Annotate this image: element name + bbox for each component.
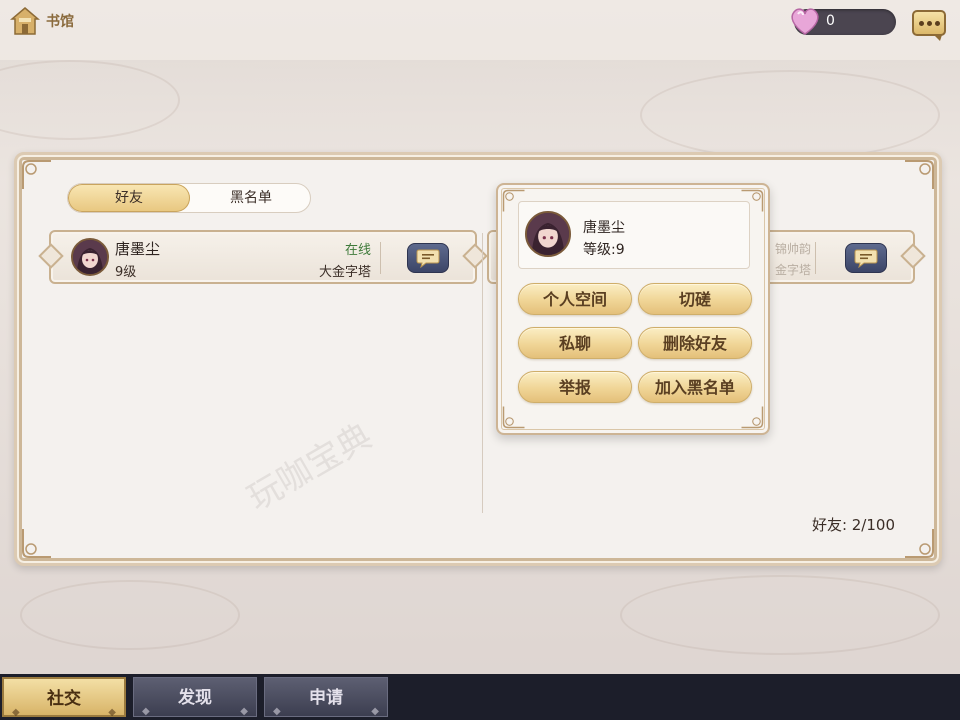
nav-tab-label: 发现 <box>178 688 212 708</box>
friend-list-item[interactable]: 唐墨尘 9级 在线 大金字塔 <box>49 230 477 284</box>
speech-bubble-icon <box>416 249 440 268</box>
corner-ornament <box>22 529 51 558</box>
background-ornament <box>20 580 240 650</box>
house-icon[interactable] <box>9 6 41 36</box>
bottom-nav: ◆ 社交 ◆ ◆ 发现 ◆ ◆ 申请 ◆ <box>0 674 960 720</box>
nav-tab-label: 社交 <box>47 689 81 709</box>
popup-friend-name: 唐墨尘 <box>583 220 625 236</box>
divider <box>380 242 381 274</box>
social-panel: 好友 黑名单 唐墨尘 9级 在线 大金字塔 锦帅韵 金字塔 好友: 2/100 <box>14 152 942 566</box>
avatar <box>71 238 109 276</box>
personal-space-button[interactable]: 个人空间 <box>518 283 632 315</box>
popup-friend-level: 等级:9 <box>583 242 625 258</box>
friend-level: 9级 <box>115 265 137 280</box>
top-bar: 书馆 0 <box>0 0 960 44</box>
corner-ornament <box>905 160 934 189</box>
home-label[interactable]: 书馆 <box>46 11 74 31</box>
nav-tab-label: 申请 <box>309 688 343 708</box>
speech-bubble-icon <box>854 249 878 268</box>
friend-name: 唐墨尘 <box>115 240 161 258</box>
friend-action-popup: 唐墨尘 等级:9 个人空间 切磋 私聊 删除好友 举报 加入黑名单 <box>496 183 770 435</box>
divider <box>815 242 816 274</box>
add-to-blacklist-button[interactable]: 加入黑名单 <box>638 371 752 403</box>
column-divider <box>482 233 483 513</box>
friend-location: 金字塔 <box>775 263 812 277</box>
ornament-icon: ◆ <box>240 706 248 717</box>
tab-friends[interactable]: 好友 <box>68 184 190 212</box>
currency-value: 0 <box>826 13 835 29</box>
online-status: 在线 <box>345 243 372 258</box>
corner-ornament <box>905 529 934 558</box>
ornament-icon: ◆ <box>273 706 281 717</box>
ornament-icon: ◆ <box>12 707 20 718</box>
delete-friend-button[interactable]: 删除好友 <box>638 327 752 359</box>
background-ornament <box>620 575 940 655</box>
ornament-icon: ◆ <box>142 706 150 717</box>
friend-tabs: 好友 黑名单 <box>67 183 311 213</box>
corner-ornament <box>741 406 764 429</box>
spar-button[interactable]: 切磋 <box>638 283 752 315</box>
friend-location: 大金字塔 <box>319 265 372 280</box>
nav-tab-social[interactable]: ◆ 社交 ◆ <box>2 677 126 718</box>
corner-ornament <box>22 160 51 189</box>
corner-ornament <box>502 406 525 429</box>
currency-counter: 0 <box>791 8 896 35</box>
heart-gem-icon <box>788 5 822 37</box>
message-button[interactable] <box>845 243 887 273</box>
report-button[interactable]: 举报 <box>518 371 632 403</box>
private-chat-button[interactable]: 私聊 <box>518 327 632 359</box>
nav-tab-discover[interactable]: ◆ 发现 ◆ <box>133 677 257 717</box>
nav-tab-apply[interactable]: ◆ 申请 ◆ <box>264 677 388 717</box>
friend-count: 好友: 2/100 <box>811 516 895 534</box>
ornament-icon: ◆ <box>108 707 116 718</box>
avatar <box>525 211 571 257</box>
message-button[interactable] <box>407 243 449 273</box>
background-ornament <box>640 70 940 160</box>
friend-name: 锦帅韵 <box>775 242 812 256</box>
ornament-icon: ◆ <box>371 706 379 717</box>
chat-bubble-ellipsis-icon[interactable] <box>912 10 946 41</box>
tab-blacklist[interactable]: 黑名单 <box>190 184 310 212</box>
popup-profile-header: 唐墨尘 等级:9 <box>518 201 750 269</box>
